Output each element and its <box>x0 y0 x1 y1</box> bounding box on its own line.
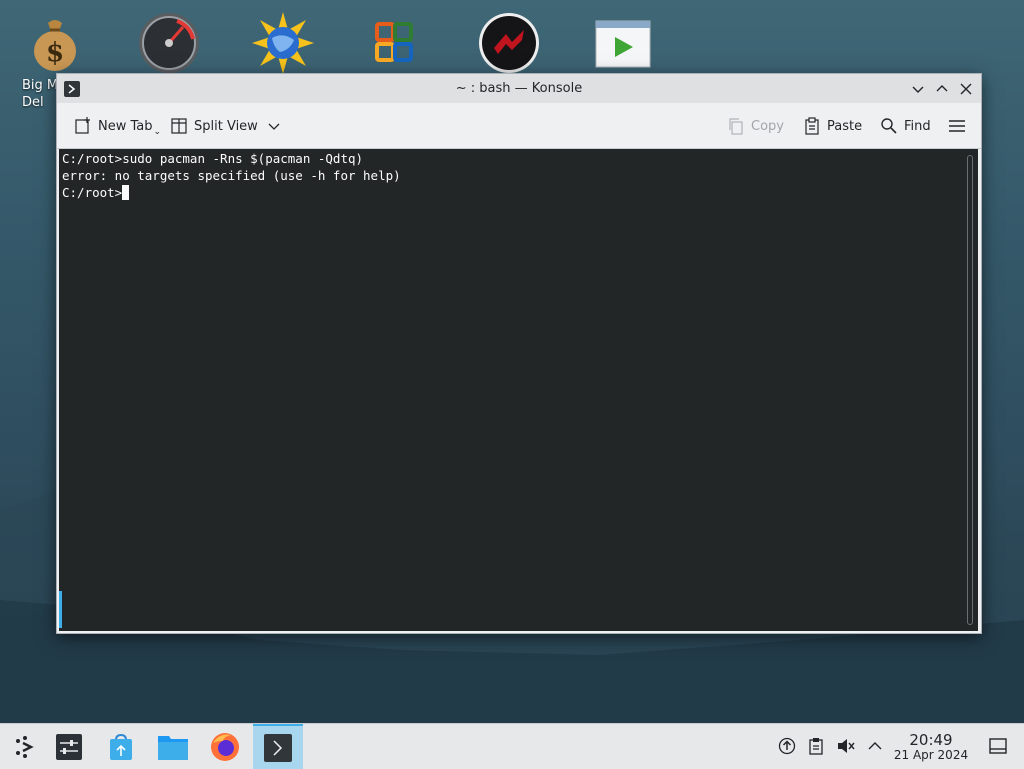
window-titlebar[interactable]: ~ : bash — Konsole <box>57 74 981 103</box>
money-bag-icon[interactable]: $ <box>20 8 90 78</box>
sun-globe-icon[interactable] <box>248 8 318 78</box>
svg-text:$: $ <box>46 38 64 68</box>
application-launcher-icon[interactable] <box>0 724 50 769</box>
volume-muted-icon[interactable] <box>836 736 856 756</box>
close-icon[interactable] <box>957 80 975 98</box>
terminal-line: error: no targets specified (use -h for … <box>62 168 401 183</box>
show-desktop-icon[interactable] <box>988 736 1008 756</box>
focus-indicator <box>59 591 62 628</box>
find-label: Find <box>904 118 931 134</box>
copy-label: Copy <box>751 118 784 134</box>
new-tab-icon <box>75 117 90 134</box>
konsole-window: ~ : bash — Konsole New Tab ⌄ Split View <box>56 73 982 634</box>
split-view-label: Split View <box>194 118 258 134</box>
paste-button[interactable]: Paste <box>803 115 862 137</box>
discover-store-icon[interactable] <box>96 724 146 769</box>
new-tab-label: New Tab <box>98 118 153 134</box>
desktop-icon-label: Big M Del <box>22 78 56 110</box>
video-player-icon[interactable] <box>588 8 658 78</box>
chevron-down-icon: ⌄ <box>153 127 162 137</box>
clock-time[interactable]: 20:49 <box>894 731 968 749</box>
terminal-prompt: C:/root> <box>62 185 123 200</box>
chevron-up-icon[interactable] <box>865 736 885 756</box>
office-puzzle-icon[interactable] <box>360 8 430 78</box>
new-tab-button[interactable]: New Tab ⌄ <box>74 115 161 137</box>
system-settings-icon[interactable] <box>44 724 94 769</box>
minimize-icon[interactable] <box>909 80 927 98</box>
konsole-taskbar-icon[interactable] <box>253 724 303 769</box>
taskbar: 20:49 21 Apr 2024 <box>0 723 1024 769</box>
window-title: ~ : bash — Konsole <box>455 81 583 96</box>
network-upload-icon[interactable] <box>777 736 797 756</box>
maximize-icon[interactable] <box>933 80 951 98</box>
paste-icon <box>805 117 819 135</box>
copy-button[interactable]: Copy <box>727 115 784 137</box>
terminal-line: C:/root>sudo pacman -Rns $(pacman -Qdtq) <box>62 151 364 166</box>
clipboard-icon[interactable] <box>806 736 826 756</box>
terminal-output: C:/root>sudo pacman -Rns $(pacman -Qdtq)… <box>62 150 401 201</box>
terminal-view[interactable]: C:/root>sudo pacman -Rns $(pacman -Qdtq)… <box>59 149 978 631</box>
firefox-icon[interactable] <box>200 724 250 769</box>
split-view-button[interactable]: Split View <box>170 115 280 137</box>
terminal-scrollbar[interactable] <box>967 155 973 625</box>
paste-label: Paste <box>827 118 863 134</box>
chevron-down-icon <box>268 123 280 130</box>
split-view-icon <box>171 118 187 134</box>
search-icon <box>881 118 897 134</box>
red-dark-disc-icon[interactable] <box>474 8 544 78</box>
find-button[interactable]: Find <box>880 115 931 137</box>
copy-icon <box>729 118 743 135</box>
file-manager-icon[interactable] <box>148 724 198 769</box>
clock-date[interactable]: 21 Apr 2024 <box>890 748 972 762</box>
hamburger-menu-icon[interactable] <box>948 115 972 137</box>
speedometer-icon[interactable] <box>134 8 204 78</box>
terminal-cursor <box>122 185 130 200</box>
konsole-toolbar: New Tab ⌄ Split View Copy Paste Find <box>57 103 981 149</box>
